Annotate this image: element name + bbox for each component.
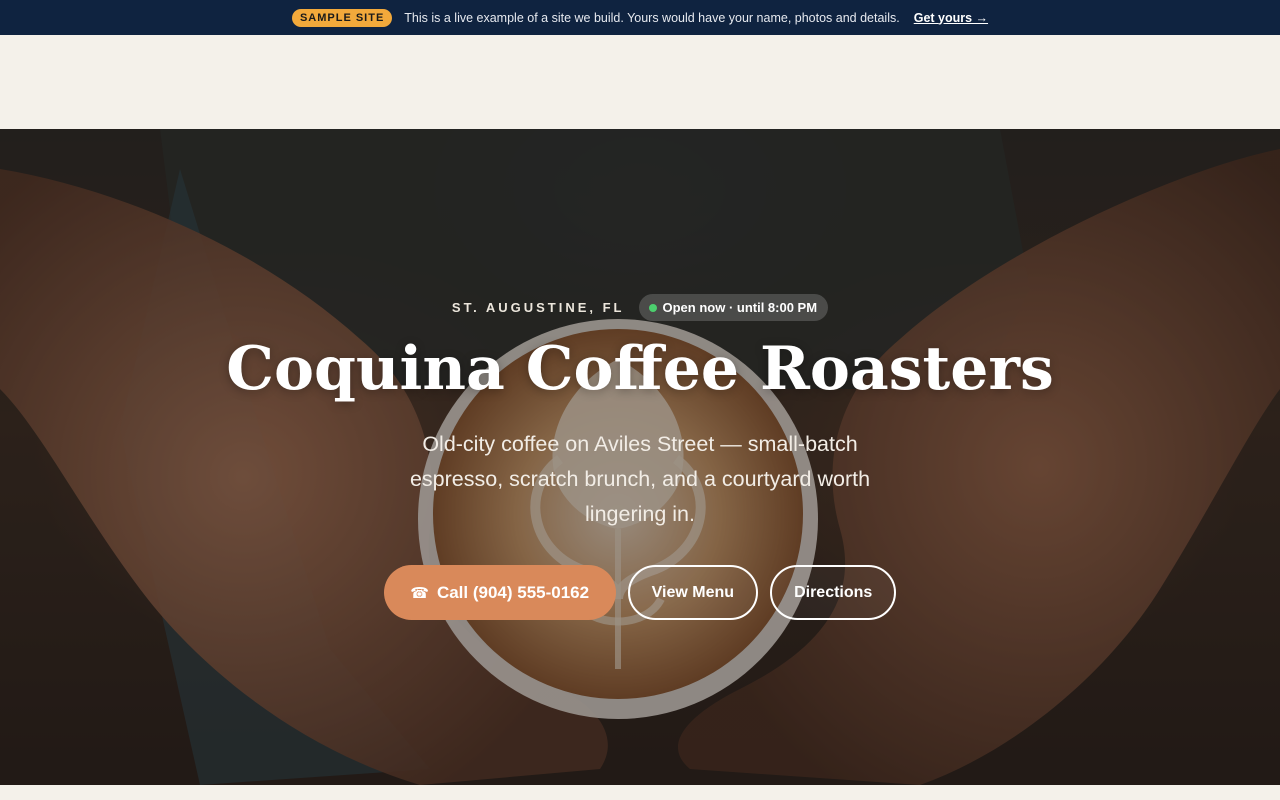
header-area: [0, 35, 1280, 129]
hero-section: ST. AUGUSTINE, FL Open now · until 8:00 …: [0, 129, 1280, 785]
sample-site-badge: SAMPLE SITE: [291, 8, 393, 27]
hero-eyebrow: ST. AUGUSTINE, FL Open now · until 8:00 …: [0, 294, 1280, 321]
open-indicator-dot-icon: [648, 303, 657, 312]
phone-icon: ☎: [410, 584, 429, 602]
open-status-badge: Open now · until 8:00 PM: [638, 294, 829, 321]
view-menu-label: View Menu: [651, 583, 735, 601]
directions-button[interactable]: Directions: [770, 565, 897, 620]
page-title: Coquina Coffee Roasters: [226, 334, 1054, 404]
get-yours-link[interactable]: Get yours →: [914, 11, 988, 25]
sample-site-banner: SAMPLE SITE This is a live example of a …: [0, 0, 1280, 35]
call-button-label: Call (904) 555-0162: [436, 582, 590, 602]
call-button[interactable]: ☎ Call (904) 555-0162: [383, 565, 616, 620]
banner-text: This is a live example of a site we buil…: [404, 10, 900, 25]
next-section-edge: [0, 785, 1280, 800]
hero-content: ST. AUGUSTINE, FL Open now · until 8:00 …: [0, 129, 1280, 785]
directions-label: Directions: [794, 583, 873, 601]
hero-subtitle: Old-city coffee on Aviles Street — small…: [409, 432, 871, 526]
view-menu-button[interactable]: View Menu: [627, 565, 759, 620]
open-status-text: Open now · until 8:00 PM: [662, 300, 818, 315]
hero-actions: ☎ Call (904) 555-0162 View Menu Directio…: [0, 565, 1280, 620]
location-label: ST. AUGUSTINE, FL: [451, 300, 625, 315]
